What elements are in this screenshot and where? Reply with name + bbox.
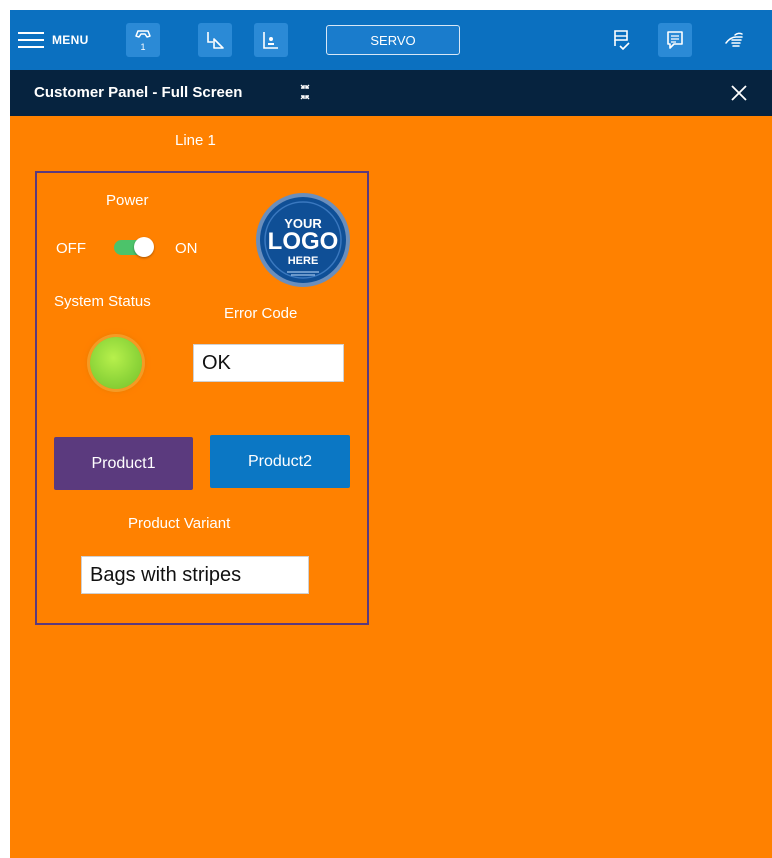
system-status-indicator — [90, 337, 142, 389]
checklist-icon — [614, 30, 630, 51]
panel-titlebar: Customer Panel - Full Screen — [10, 70, 772, 116]
checklist-button[interactable] — [604, 23, 638, 57]
power-off-label: OFF — [56, 240, 86, 257]
frame-button[interactable] — [198, 23, 232, 57]
logo-line-2: LOGO — [268, 228, 339, 255]
top-toolbar: MENU 1 SERVO — [10, 10, 772, 70]
hand-icon — [725, 32, 743, 47]
message-icon — [667, 31, 683, 49]
error-code-label: Error Code — [224, 305, 298, 322]
product-variant-label: Product Variant — [128, 515, 231, 532]
tool-number-badge: 1 — [140, 42, 145, 52]
power-toggle[interactable] — [112, 235, 156, 259]
tool-icon: 1 — [135, 30, 151, 52]
company-logo: YOUR LOGO HERE — [256, 193, 350, 287]
user-frame-button[interactable] — [254, 23, 288, 57]
line-label: Line 1 — [175, 132, 216, 149]
power-on-label: ON — [175, 240, 198, 257]
product2-button[interactable]: Product2 — [210, 435, 350, 488]
panel-canvas: Line 1 Power OFF ON YOUR LOGO HERE Syste… — [10, 116, 772, 858]
system-status-label: System Status — [54, 293, 151, 310]
hand-button[interactable] — [718, 23, 752, 57]
servo-button[interactable]: SERVO — [326, 25, 460, 55]
logo-line-3: HERE — [288, 255, 319, 267]
panel-title: Customer Panel - Full Screen — [34, 84, 243, 101]
menu-button[interactable]: MENU — [18, 24, 89, 56]
close-icon[interactable] — [728, 82, 750, 104]
exit-fullscreen-icon[interactable] — [296, 83, 314, 101]
menu-label: MENU — [52, 33, 89, 47]
menu-icon — [18, 30, 44, 50]
message-button[interactable] — [658, 23, 692, 57]
product1-button[interactable]: Product1 — [54, 437, 193, 490]
tool-button[interactable]: 1 — [126, 23, 160, 57]
power-label: Power — [106, 192, 149, 209]
error-code-field: OK — [193, 344, 344, 382]
frame-icon — [207, 32, 224, 49]
product-variant-field: Bags with stripes — [81, 556, 309, 594]
user-frame-icon — [263, 32, 278, 49]
